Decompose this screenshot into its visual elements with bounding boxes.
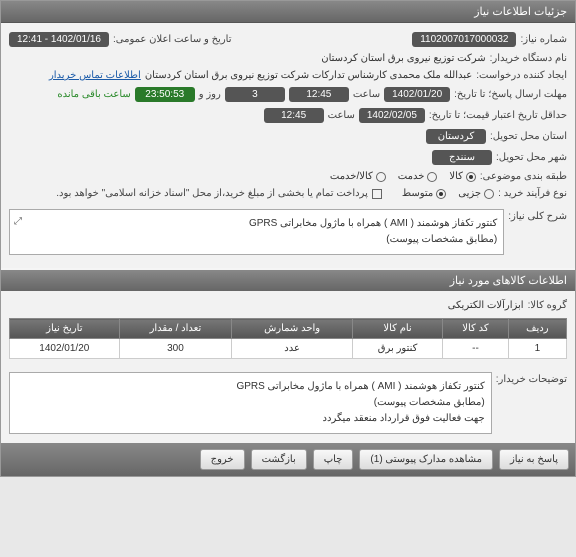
deadline-time: 12:45: [289, 87, 349, 102]
window: جزئیات اطلاعات نیاز شماره نیاز: 11020070…: [0, 0, 576, 477]
buyer-value: شرکت توزیع نیروی برق استان کردستان: [321, 53, 485, 64]
buyer-label: نام دستگاه خریدار:: [490, 53, 567, 64]
remaining-value: 23:50:53: [135, 87, 195, 102]
cat-service-label: خدمت: [398, 171, 425, 182]
cat-both-label: کالا/خدمت: [330, 171, 373, 182]
desc-label: توضیحات خریدار:: [496, 368, 567, 385]
title-box: ⤢ کنتور تکفاز هوشمند ( AMI ) همراه با ما…: [9, 209, 504, 255]
cell-code: --: [443, 339, 509, 359]
radio-icon: [427, 172, 437, 182]
days-label: روز و: [199, 89, 221, 100]
deadline2-label: حداقل تاریخ اعتبار قیمت؛ تا تاریخ:: [429, 110, 567, 121]
pay-checkbox[interactable]: [372, 189, 382, 199]
th-qty: تعداد / مقدار: [119, 319, 232, 339]
deadline2-time: 12:45: [264, 108, 324, 123]
th-date: تاریخ نیاز: [10, 319, 120, 339]
title-label: شرح کلی نیاز:: [508, 205, 567, 222]
deadline-label: مهلت ارسال پاسخ؛ تا تاریخ:: [454, 89, 567, 100]
cat-service-option[interactable]: خدمت: [398, 171, 438, 182]
process-group: جزیی متوسط: [402, 188, 494, 199]
city-label: شهر محل تحویل:: [496, 152, 567, 163]
desc-text: کنتور تکفاز هوشمند ( AMI ) همراه با ماژو…: [236, 381, 484, 424]
table-row[interactable]: 1 -- کنتور برق عدد 300 1402/01/20: [10, 339, 567, 359]
category-group: کالا خدمت کالا/خدمت: [330, 171, 476, 182]
cat-goods-label: کالا: [449, 171, 463, 182]
time2-label: ساعت: [328, 110, 355, 121]
announce-label: تاریخ و ساعت اعلان عمومی:: [113, 34, 232, 45]
category-label: طبقه بندی موضوعی:: [480, 171, 567, 182]
deadline-date: 1402/01/20: [384, 87, 450, 102]
exit-button[interactable]: خروج: [200, 449, 245, 470]
province-value: کردستان: [426, 129, 486, 144]
button-bar: پاسخ به نیاز مشاهده مدارک پیوستی (1) چاپ…: [1, 443, 575, 476]
proc-minor-option[interactable]: جزیی: [458, 188, 494, 199]
pay-note: پرداخت تمام یا بخشی از مبلغ خرید،از محل …: [56, 188, 368, 199]
radio-icon: [484, 189, 494, 199]
days-value: 3: [225, 87, 285, 102]
cat-goods-option[interactable]: کالا: [449, 171, 476, 182]
section-items-title: اطلاعات کالاهای مورد نیاز: [1, 270, 575, 291]
proc-medium-option[interactable]: متوسط: [402, 188, 446, 199]
main-content: شماره نیاز: 1102007017000032 تاریخ و ساع…: [1, 23, 575, 268]
radio-icon: [436, 189, 446, 199]
deadline2-date: 1402/02/05: [359, 108, 425, 123]
time-label: ساعت: [353, 89, 380, 100]
cell-name: کنتور برق: [352, 339, 442, 359]
proc-minor-label: جزیی: [458, 188, 481, 199]
desc-box: کنتور تکفاز هوشمند ( AMI ) همراه با ماژو…: [9, 372, 492, 434]
radio-icon: [376, 172, 386, 182]
items-content: گروه کالا: ابزارآلات الکتریکی ردیف کد کا…: [1, 291, 575, 443]
cell-qty: 300: [119, 339, 232, 359]
expand-icon[interactable]: ⤢: [14, 214, 22, 230]
creator-value: عبدالله ملک محمدی کارشناس تدارکات شرکت ت…: [145, 70, 472, 81]
th-idx: ردیف: [508, 319, 566, 339]
announce-value: 1402/01/16 - 12:41: [9, 32, 109, 47]
proc-medium-label: متوسط: [402, 188, 433, 199]
th-unit: واحد شمارش: [232, 319, 353, 339]
respond-button[interactable]: پاسخ به نیاز: [499, 449, 569, 470]
items-table: ردیف کد کالا نام کالا واحد شمارش تعداد /…: [9, 318, 567, 359]
table-header-row: ردیف کد کالا نام کالا واحد شمارش تعداد /…: [10, 319, 567, 339]
process-label: نوع فرآیند خرید :: [498, 188, 567, 199]
need-no-label: شماره نیاز:: [520, 34, 567, 45]
cell-unit: عدد: [232, 339, 353, 359]
title-text: کنتور تکفاز هوشمند ( AMI ) همراه با ماژو…: [249, 218, 497, 245]
province-label: استان محل تحویل:: [490, 131, 567, 142]
group-label: گروه کالا:: [528, 300, 567, 311]
city-value: سنندج: [432, 150, 492, 165]
window-title: جزئیات اطلاعات نیاز: [1, 1, 575, 23]
attachments-button[interactable]: مشاهده مدارک پیوستی (1): [359, 449, 493, 470]
remaining-label: ساعت باقی مانده: [57, 89, 130, 100]
need-no-value: 1102007017000032: [412, 32, 516, 47]
th-name: نام کالا: [352, 319, 442, 339]
cell-date: 1402/01/20: [10, 339, 120, 359]
radio-icon: [466, 172, 476, 182]
contact-link[interactable]: اطلاعات تماس خریدار: [49, 70, 141, 81]
back-button[interactable]: بازگشت: [251, 449, 307, 470]
cat-both-option[interactable]: کالا/خدمت: [330, 171, 386, 182]
cell-idx: 1: [508, 339, 566, 359]
th-code: کد کالا: [443, 319, 509, 339]
creator-label: ایجاد کننده درخواست:: [476, 70, 567, 81]
print-button[interactable]: چاپ: [313, 449, 354, 470]
group-value: ابزارآلات الکتریکی: [448, 300, 524, 311]
